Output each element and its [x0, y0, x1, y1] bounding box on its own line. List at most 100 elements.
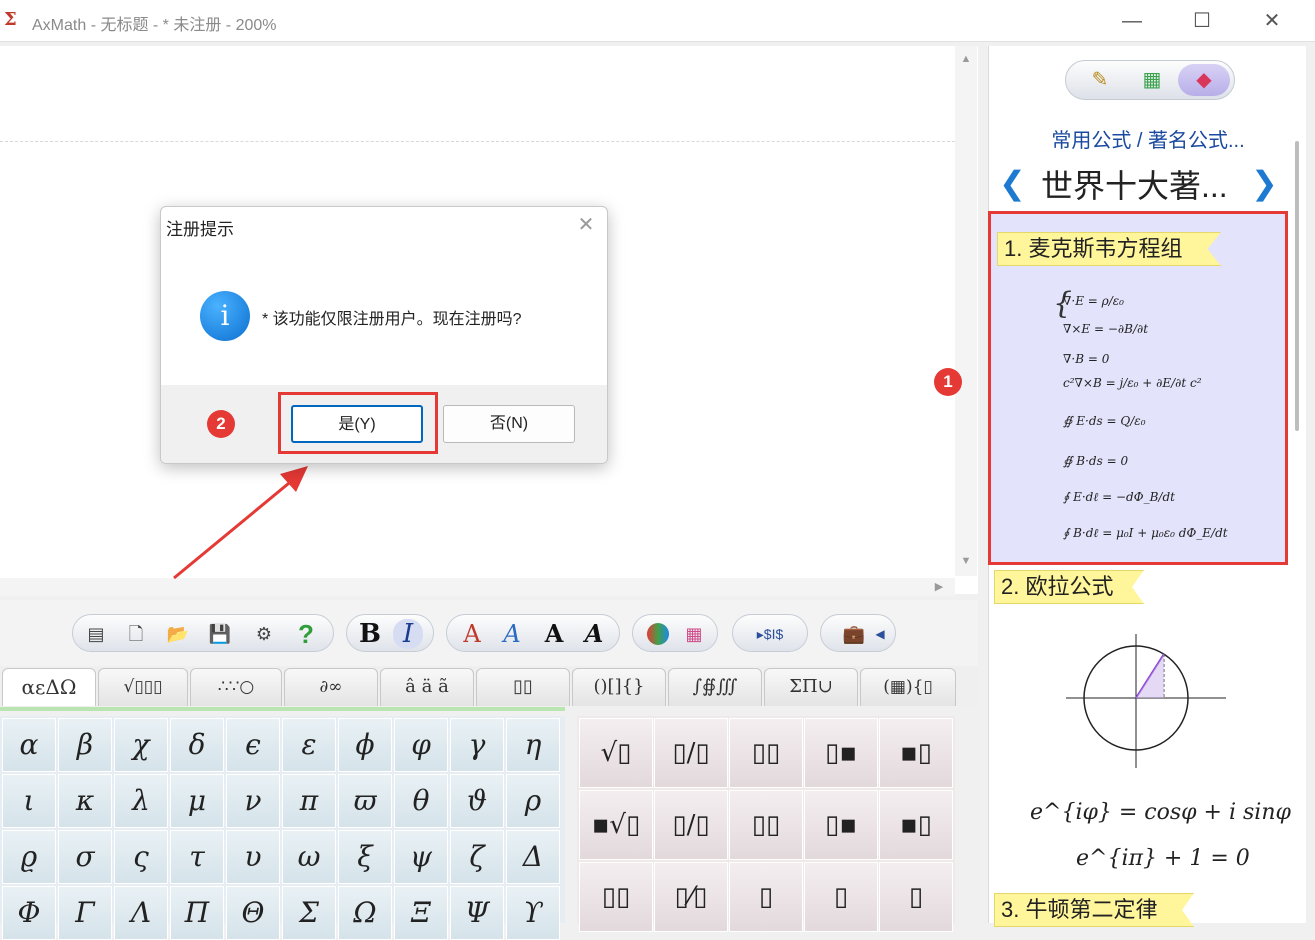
insert-text-icon[interactable]: ▸$I$ [739, 619, 801, 649]
tab-matrices[interactable]: (▦){▯ [860, 668, 956, 706]
template-button[interactable]: ▯/▯ [654, 790, 728, 860]
horizontal-scrollbar[interactable]: ▶ [0, 578, 955, 596]
dialog-close-icon[interactable]: ✕ [573, 212, 599, 238]
save-icon[interactable]: 💾 [205, 619, 235, 649]
prev-page-icon[interactable]: ❮ [999, 164, 1026, 202]
greek-symbol-button[interactable]: ψ [394, 830, 448, 884]
greek-symbol-button[interactable]: α [2, 718, 56, 772]
greek-symbol-button[interactable]: η [506, 718, 560, 772]
vertical-scrollbar[interactable]: ▲ ▼ [955, 46, 977, 576]
greek-symbol-button[interactable]: Φ [2, 886, 56, 940]
greek-symbol-button[interactable]: ϵ [226, 718, 280, 772]
greek-symbol-button[interactable]: κ [58, 774, 112, 828]
greek-symbol-button[interactable]: χ [114, 718, 168, 772]
scroll-down-icon[interactable]: ▼ [955, 552, 977, 570]
greek-symbol-button[interactable]: ϕ [338, 718, 392, 772]
greek-symbol-button[interactable]: μ [170, 774, 224, 828]
greek-symbol-button[interactable]: ε [282, 718, 336, 772]
greek-symbol-button[interactable]: λ [114, 774, 168, 828]
no-button[interactable]: 否(N) [443, 405, 575, 443]
template-button[interactable]: ▯▯ [729, 718, 803, 788]
tab-integrals[interactable]: ∫∯∭ [668, 668, 762, 706]
font-a-blue-button[interactable]: A [497, 619, 527, 649]
greek-symbol-button[interactable]: β [58, 718, 112, 772]
greek-symbol-button[interactable]: Θ [226, 886, 280, 940]
template-button[interactable]: ▯▯ [579, 862, 653, 932]
scroll-up-icon[interactable]: ▲ [955, 50, 977, 68]
tab-roots-fractions[interactable]: √▯▯▯ [98, 668, 188, 706]
open-folder-icon[interactable]: 📂 [163, 619, 193, 649]
color-grid-icon[interactable]: ▦ [1126, 64, 1178, 96]
italic-button[interactable]: I [393, 619, 423, 649]
greek-symbol-button[interactable]: Γ [58, 886, 112, 940]
greek-symbol-button[interactable]: ν [226, 774, 280, 828]
scroll-right-icon[interactable]: ▶ [928, 578, 950, 596]
greek-symbol-button[interactable]: ϱ [2, 830, 56, 884]
tab-calculus-symbols[interactable]: ∂∞ [284, 668, 378, 706]
greek-symbol-button[interactable]: υ [226, 830, 280, 884]
tab-over-under[interactable]: ▯▯ [476, 668, 570, 706]
greek-symbol-button[interactable]: Ξ [394, 886, 448, 940]
toolbox-arrow-icon[interactable]: ◀ [865, 619, 895, 649]
template-button[interactable]: ▯▪ [804, 718, 878, 788]
greek-symbol-button[interactable]: τ [170, 830, 224, 884]
selected-formula-maxwell[interactable]: 1. 麦克斯韦方程组 { ∇·E = ρ/ε₀ ∇×E = −∂B/∂t ∇·B… [988, 211, 1288, 565]
formula-tag-euler[interactable]: 2. 欧拉公式 [994, 570, 1144, 604]
maximize-button[interactable]: ☐ [1182, 6, 1222, 36]
template-button[interactable]: ▯▪ [804, 790, 878, 860]
template-button[interactable]: ▯ [804, 862, 878, 932]
formula-tag-newton[interactable]: 3. 牛顿第二定律 [994, 893, 1194, 927]
tab-sums-products[interactable]: ΣΠ∪ [764, 668, 858, 706]
tab-brackets[interactable]: ()[]{} [572, 668, 666, 706]
greek-symbol-button[interactable]: Σ [282, 886, 336, 940]
bold-button[interactable]: B [355, 619, 385, 649]
template-button[interactable]: ▯/▯ [654, 718, 728, 788]
color-wheel-icon[interactable] [643, 619, 673, 649]
greek-symbol-button[interactable]: ξ [338, 830, 392, 884]
new-file-icon[interactable]: 🗋 [121, 619, 151, 649]
template-button[interactable]: ▯ [729, 862, 803, 932]
greek-symbol-button[interactable]: ϑ [450, 774, 504, 828]
help-icon[interactable]: ? [291, 619, 321, 649]
font-a-red-button[interactable]: A [457, 619, 487, 649]
greek-symbol-button[interactable]: Ω [338, 886, 392, 940]
template-button[interactable]: √▯ [579, 718, 653, 788]
tab-greek[interactable]: αεΔΩ [2, 668, 96, 706]
greek-symbol-button[interactable]: Λ [114, 886, 168, 940]
eraser-library-icon[interactable]: ◆ [1178, 64, 1230, 96]
greek-symbol-button[interactable]: δ [170, 718, 224, 772]
template-button[interactable]: ▪▯ [879, 790, 953, 860]
greek-symbol-button[interactable]: Δ [506, 830, 560, 884]
greek-symbol-button[interactable]: ς [114, 830, 168, 884]
font-a-bold-button[interactable]: A [539, 619, 569, 649]
greek-symbol-button[interactable]: ι [2, 774, 56, 828]
brush-tool-icon[interactable]: ✎ [1074, 64, 1126, 96]
library-scrollbar-thumb[interactable] [1295, 141, 1299, 431]
greek-symbol-button[interactable]: σ [58, 830, 112, 884]
greek-symbol-button[interactable]: Π [170, 886, 224, 940]
color-palette-icon[interactable]: ▦ [679, 619, 709, 649]
greek-symbol-button[interactable]: ϖ [338, 774, 392, 828]
greek-symbol-button[interactable]: Ψ [450, 886, 504, 940]
greek-symbol-button[interactable]: θ [394, 774, 448, 828]
greek-symbol-button[interactable]: ρ [506, 774, 560, 828]
minimize-button[interactable]: — [1112, 6, 1152, 36]
template-button[interactable]: ▪√▯ [579, 790, 653, 860]
greek-symbol-button[interactable]: φ [394, 718, 448, 772]
font-a-bolditalic-button[interactable]: A [579, 619, 609, 649]
template-button[interactable]: ▯⁄▯ [654, 862, 728, 932]
tab-accents[interactable]: â ä ã [380, 668, 474, 706]
greek-symbol-button[interactable]: π [282, 774, 336, 828]
greek-symbol-button[interactable]: ϒ [506, 886, 560, 940]
menu-dropdown-icon[interactable]: ▤ [81, 619, 111, 649]
tab-operators[interactable]: ∴∵○ [190, 668, 282, 706]
close-button[interactable]: ✕ [1252, 6, 1292, 36]
template-button[interactable]: ▯ [879, 862, 953, 932]
greek-symbol-button[interactable]: ζ [450, 830, 504, 884]
template-button[interactable]: ▪▯ [879, 718, 953, 788]
greek-symbol-button[interactable]: ω [282, 830, 336, 884]
greek-symbol-button[interactable]: γ [450, 718, 504, 772]
library-category[interactable]: 常用公式 / 著名公式... [989, 124, 1307, 153]
template-button[interactable]: ▯▯ [729, 790, 803, 860]
settings-gear-icon[interactable]: ⚙ [249, 619, 279, 649]
